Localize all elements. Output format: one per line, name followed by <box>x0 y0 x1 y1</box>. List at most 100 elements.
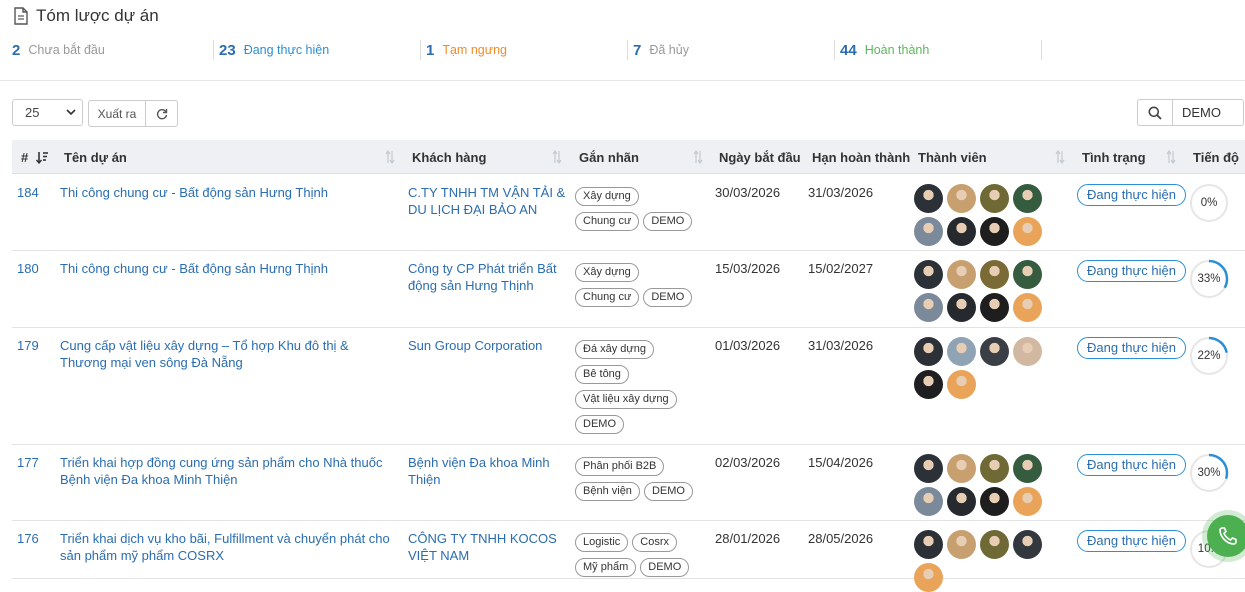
member-avatar[interactable] <box>914 184 943 213</box>
sort-icon[interactable] <box>1166 150 1176 164</box>
tag-list: Đá xây dựng Bê tông Vật liệu xây dựng DEMO <box>575 340 695 434</box>
member-avatar[interactable] <box>1013 260 1042 289</box>
deadline-date: 15/02/2027 <box>808 261 874 276</box>
member-avatar[interactable] <box>914 563 943 592</box>
project-name-link[interactable]: Triển khai hợp đồng cung ứng sản phẩm ch… <box>60 454 390 488</box>
member-avatar[interactable] <box>914 260 943 289</box>
member-avatar[interactable] <box>947 487 976 516</box>
member-avatar[interactable] <box>1013 487 1042 516</box>
table-header: # Tên dự án Khách hàng Gắn nhãn Ngày bắt… <box>12 140 1245 174</box>
tag[interactable]: Vật liệu xây dựng <box>575 390 677 409</box>
tag[interactable]: Cosrx <box>632 533 678 552</box>
sort-icon[interactable] <box>552 150 562 164</box>
member-avatar[interactable] <box>914 293 943 322</box>
stat-in-progress[interactable]: 23 Đang thực hiện <box>219 40 329 60</box>
search-button[interactable] <box>1137 99 1173 126</box>
project-name-link[interactable]: Thi công chung cư - Bất động sản Hưng Th… <box>60 184 390 201</box>
tag[interactable]: DEMO <box>640 558 690 577</box>
sort-desc-icon[interactable] <box>36 151 49 164</box>
project-id-link[interactable]: 179 <box>17 337 57 354</box>
member-avatar[interactable] <box>947 370 976 399</box>
member-avatar[interactable] <box>980 530 1009 559</box>
tag[interactable]: DEMO <box>643 288 693 307</box>
col-start-header[interactable]: Ngày bắt đầu <box>719 140 801 174</box>
col-client-header[interactable]: Khách hàng <box>412 140 486 174</box>
client-link[interactable]: CÔNG TY TNHH KOCOS VIỆT NAM <box>408 530 568 564</box>
client-link[interactable]: C.TY TNHH TM VẬN TẢI & DU LỊCH ĐẠI BẢO A… <box>408 184 568 218</box>
project-name-link[interactable]: Cung cấp vật liệu xây dựng – Tổ hợp Khu … <box>60 337 390 371</box>
stat-not-started[interactable]: 2 Chưa bắt đầu <box>12 40 105 60</box>
project-id-link[interactable]: 177 <box>17 454 57 471</box>
col-status-header[interactable]: Tình trạng <box>1082 140 1146 174</box>
member-avatar[interactable] <box>980 454 1009 483</box>
member-avatar[interactable] <box>980 293 1009 322</box>
member-avatar[interactable] <box>914 454 943 483</box>
tag[interactable]: Chung cư <box>575 288 640 307</box>
member-avatar[interactable] <box>1013 530 1042 559</box>
client-link[interactable]: Bệnh viện Đa khoa Minh Thiện <box>408 454 568 488</box>
project-id-link[interactable]: 176 <box>17 530 57 547</box>
page-size-select[interactable]: 25 <box>12 99 83 126</box>
project-name-link[interactable]: Thi công chung cư - Bất động sản Hưng Th… <box>60 260 390 277</box>
col-name-header[interactable]: Tên dự án <box>64 140 127 174</box>
tag[interactable]: Xây dựng <box>575 263 639 282</box>
member-avatar[interactable] <box>980 260 1009 289</box>
member-avatar[interactable] <box>914 487 943 516</box>
member-avatar[interactable] <box>947 293 976 322</box>
tag[interactable]: Phân phối B2B <box>575 457 665 476</box>
member-avatar[interactable] <box>980 337 1009 366</box>
tag[interactable]: Đá xây dựng <box>575 340 655 359</box>
project-id-link[interactable]: 180 <box>17 260 57 277</box>
client-link[interactable]: Sun Group Corporation <box>408 337 568 354</box>
member-avatars <box>914 260 1049 322</box>
member-avatar[interactable] <box>947 454 976 483</box>
member-avatar[interactable] <box>980 184 1009 213</box>
project-id-link[interactable]: 184 <box>17 184 57 201</box>
sort-icon[interactable] <box>1055 150 1065 164</box>
tag[interactable]: DEMO <box>575 415 624 434</box>
member-avatar[interactable] <box>1013 293 1042 322</box>
project-name-link[interactable]: Triển khai dịch vụ kho bãi, Fulfillment … <box>60 530 390 564</box>
stat-completed[interactable]: 44 Hoàn thành <box>840 40 929 60</box>
member-avatar[interactable] <box>1013 454 1042 483</box>
member-avatar[interactable] <box>1013 217 1042 246</box>
col-deadline-header[interactable]: Hạn hoàn thành <box>812 140 910 174</box>
col-tags-header[interactable]: Gắn nhãn <box>579 140 639 174</box>
member-avatar[interactable] <box>947 260 976 289</box>
sort-icon[interactable] <box>693 150 703 164</box>
stat-cancelled[interactable]: 7 Đã hủy <box>633 40 689 60</box>
member-avatar[interactable] <box>1013 337 1042 366</box>
member-avatar[interactable] <box>914 370 943 399</box>
member-avatar[interactable] <box>947 217 976 246</box>
tag[interactable]: Logistic <box>575 533 629 552</box>
member-avatar[interactable] <box>947 530 976 559</box>
call-button[interactable] <box>1207 515 1245 557</box>
deadline-date: 31/03/2026 <box>808 338 874 353</box>
col-id-header[interactable]: # <box>21 140 28 174</box>
col-progress-header[interactable]: Tiến độ <box>1193 140 1239 174</box>
project-summary-header: Tóm lược dự án <box>14 6 159 26</box>
search-input[interactable] <box>1172 99 1244 126</box>
client-link[interactable]: Công ty CP Phát triển Bất động sản Hưng … <box>408 260 568 294</box>
tag[interactable]: Chung cư <box>575 212 640 231</box>
tag[interactable]: Xây dựng <box>575 187 639 206</box>
tag[interactable]: Bê tông <box>575 365 629 384</box>
member-avatar[interactable] <box>980 217 1009 246</box>
refresh-button[interactable] <box>145 100 178 127</box>
member-avatar[interactable] <box>980 487 1009 516</box>
stat-paused[interactable]: 1 Tạm ngưng <box>426 40 507 60</box>
tag[interactable]: Mỹ phẩm <box>575 558 637 577</box>
member-avatar[interactable] <box>947 337 976 366</box>
member-avatar[interactable] <box>914 530 943 559</box>
tag[interactable]: DEMO <box>643 482 693 501</box>
member-avatar[interactable] <box>914 337 943 366</box>
member-avatar[interactable] <box>914 217 943 246</box>
col-members-header[interactable]: Thành viên <box>918 140 987 174</box>
member-avatar[interactable] <box>1013 184 1042 213</box>
sort-icon[interactable] <box>385 150 395 164</box>
export-button[interactable]: Xuất ra <box>88 100 146 127</box>
tag[interactable]: DEMO <box>643 212 693 231</box>
member-avatar[interactable] <box>947 184 976 213</box>
tag[interactable]: Bệnh viện <box>575 482 640 501</box>
deadline-date: 28/05/2026 <box>808 531 874 546</box>
